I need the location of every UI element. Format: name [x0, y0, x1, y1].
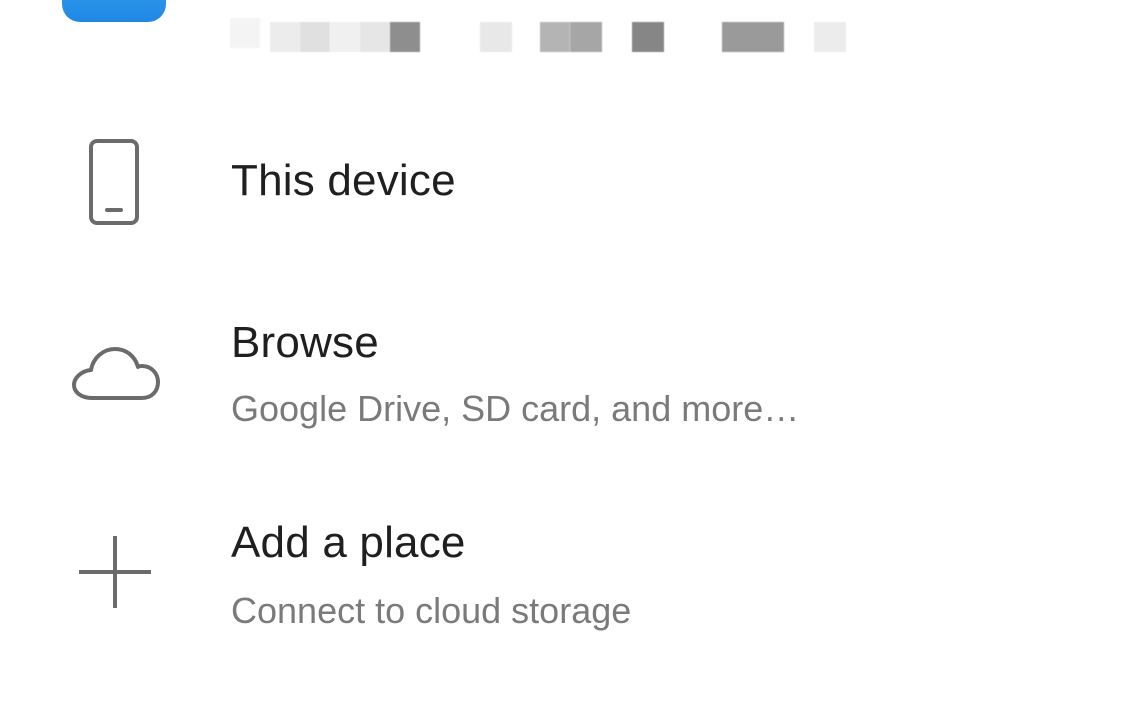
place-subtitle: Google Drive, SD card, and more… [231, 388, 800, 429]
place-title: This device [231, 156, 456, 205]
account-row[interactable] [0, 0, 1146, 90]
place-title: Add a place [231, 518, 466, 567]
place-item-browse[interactable]: Browse Google Drive, SD card, and more… [0, 290, 1146, 450]
place-item-add-a-place[interactable]: Add a place Connect to cloud storage [0, 490, 1146, 650]
place-item-this-device[interactable]: This device [0, 120, 1146, 250]
account-name-redacted [230, 8, 860, 68]
onedrive-cloud-icon [62, 0, 166, 22]
cloud-icon [60, 334, 170, 414]
place-title: Browse [231, 318, 379, 367]
place-subtitle: Connect to cloud storage [231, 590, 632, 631]
phone-icon [60, 138, 170, 228]
plus-icon [60, 532, 170, 612]
